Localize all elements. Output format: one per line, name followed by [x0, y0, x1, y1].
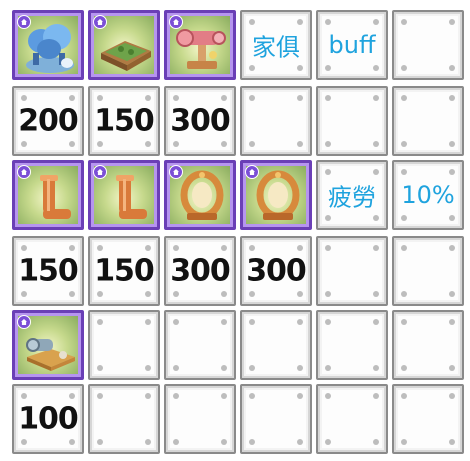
- garden-bed-icon: [101, 41, 151, 71]
- furniture-slot[interactable]: [12, 160, 84, 230]
- golden-ring-frame-icon: [180, 170, 224, 220]
- empty-slot[interactable]: 家俱: [240, 10, 312, 80]
- note-value: 10%: [401, 181, 455, 209]
- price-slot: 150: [88, 236, 160, 306]
- note-label: 疲勞: [328, 183, 376, 212]
- empty-slot[interactable]: buff: [316, 10, 388, 80]
- price-label: 150: [94, 103, 155, 139]
- copper-pipe-icon: [40, 175, 71, 219]
- empty-slot[interactable]: [316, 384, 388, 454]
- empty-slot[interactable]: [392, 384, 464, 454]
- copper-pipe-icon: [116, 175, 147, 219]
- furniture-grid: 家俱 buff 200 150 300 疲勞 10% 150 150 300 3…: [0, 0, 470, 461]
- empty-slot[interactable]: [88, 384, 160, 454]
- workbench-cannon-icon: [26, 338, 75, 371]
- price-label: 150: [94, 253, 155, 289]
- price-slot: 150: [12, 236, 84, 306]
- empty-slot[interactable]: [316, 236, 388, 306]
- furniture-slot[interactable]: [88, 10, 160, 80]
- price-label: 300: [246, 253, 307, 289]
- empty-slot[interactable]: [316, 86, 388, 156]
- blue-tree-fountain-icon: [26, 24, 74, 73]
- price-label: 300: [170, 103, 231, 139]
- price-label: 100: [18, 401, 79, 437]
- price-slot: 300: [164, 86, 236, 156]
- empty-slot[interactable]: 疲勞: [316, 160, 388, 230]
- furniture-slot[interactable]: [12, 310, 84, 380]
- price-label: 150: [18, 253, 79, 289]
- price-slot: 100: [12, 384, 84, 454]
- golden-ring-frame-icon: [256, 170, 300, 220]
- furniture-buff-note: 家俱: [242, 28, 310, 63]
- furniture-slot[interactable]: [12, 10, 84, 80]
- empty-slot[interactable]: 10%: [392, 160, 464, 230]
- empty-slot[interactable]: [88, 310, 160, 380]
- empty-slot[interactable]: [392, 86, 464, 156]
- furniture-slot[interactable]: [240, 160, 312, 230]
- furniture-slot[interactable]: [164, 160, 236, 230]
- pink-telescope-icon: [176, 29, 226, 69]
- fatigue-note: 疲勞: [318, 178, 386, 213]
- empty-slot[interactable]: [240, 86, 312, 156]
- empty-slot[interactable]: [164, 310, 236, 380]
- empty-slot[interactable]: [240, 384, 312, 454]
- fatigue-value: 10%: [394, 181, 462, 209]
- price-slot: 300: [164, 236, 236, 306]
- note-value: buff: [328, 31, 376, 59]
- empty-slot[interactable]: [392, 10, 464, 80]
- empty-slot[interactable]: [316, 310, 388, 380]
- note-label: 家俱: [252, 33, 300, 62]
- furniture-buff-value: buff: [318, 31, 386, 59]
- empty-slot[interactable]: [392, 310, 464, 380]
- price-slot: 150: [88, 86, 160, 156]
- price-label: 200: [18, 103, 79, 139]
- furniture-slot[interactable]: [164, 10, 236, 80]
- price-slot: 200: [12, 86, 84, 156]
- empty-slot[interactable]: [164, 384, 236, 454]
- furniture-slot[interactable]: [88, 160, 160, 230]
- price-label: 300: [170, 253, 231, 289]
- empty-slot[interactable]: [392, 236, 464, 306]
- empty-slot[interactable]: [240, 310, 312, 380]
- price-slot: 300: [240, 236, 312, 306]
